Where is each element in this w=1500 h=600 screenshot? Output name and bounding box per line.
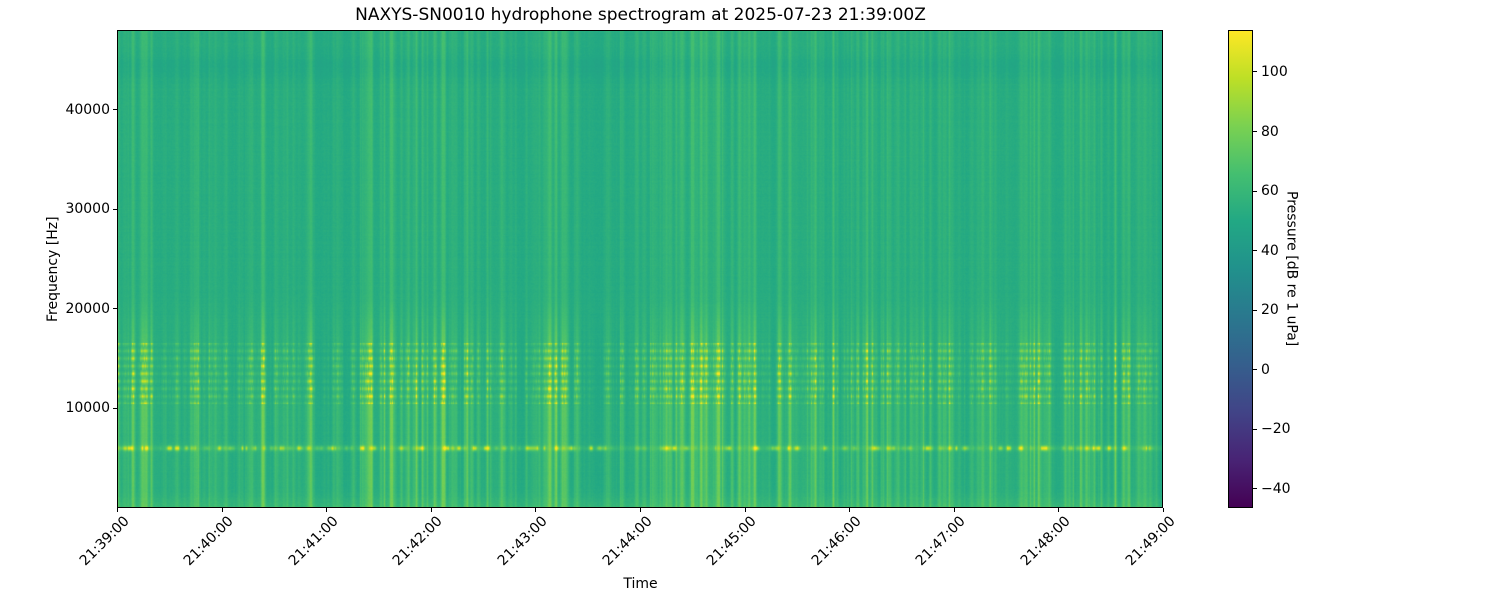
x-tick-mark — [535, 508, 537, 512]
x-tick-mark — [953, 508, 955, 512]
colorbar-tick-mark — [1253, 190, 1257, 192]
colorbar-tick-mark — [1253, 369, 1257, 371]
x-tick-mark — [640, 508, 641, 512]
y-tick-mark — [113, 109, 117, 111]
y-tick-mark — [113, 407, 117, 409]
plot-title: NAXYS-SN0010 hydrophone spectrogram at 2… — [355, 5, 926, 25]
x-axis-label: Time — [623, 576, 658, 592]
x-tick-label: 21:39:00 — [76, 513, 133, 570]
x-tick-mark — [430, 508, 432, 512]
y-tick-mark — [113, 208, 117, 210]
figure: NAXYS-SN0010 hydrophone spectrogram at 2… — [0, 0, 1500, 600]
x-tick-mark — [221, 508, 223, 512]
x-tick-mark — [117, 508, 118, 512]
colorbar-tick-mark — [1253, 71, 1257, 73]
colorbar-tick-mark — [1253, 131, 1257, 133]
colorbar-tick-mark — [1253, 488, 1257, 490]
colorbar-tick-label: 20 — [1261, 302, 1279, 319]
colorbar-label: Pressure [dB re 1 uPa] — [1283, 191, 1300, 347]
spectrogram-heatmap — [117, 30, 1163, 508]
x-tick-label: 21:41:00 — [285, 513, 342, 570]
x-tick-label: 21:40:00 — [180, 513, 237, 570]
x-tick-label: 21:49:00 — [1122, 513, 1179, 570]
x-tick-label: 21:42:00 — [390, 513, 446, 570]
colorbar-tick-mark — [1253, 428, 1257, 430]
colorbar-tick-label: 80 — [1261, 123, 1279, 140]
y-axis-label: Frequency [Hz] — [45, 216, 61, 322]
x-tick-mark — [1163, 508, 1164, 512]
x-tick-mark — [1058, 508, 1060, 512]
colorbar-tick-mark — [1253, 250, 1257, 252]
x-tick-mark — [326, 508, 328, 512]
x-tick-label: 21:46:00 — [808, 513, 865, 570]
x-tick-mark — [744, 508, 746, 512]
colorbar — [1228, 30, 1253, 508]
x-tick-mark — [849, 508, 851, 512]
x-tick-label: 21:48:00 — [1017, 513, 1074, 570]
colorbar-tick-label: 0 — [1261, 361, 1270, 378]
x-tick-label: 21:47:00 — [913, 513, 969, 570]
colorbar-tick-label: 40 — [1261, 242, 1279, 259]
x-tick-label: 21:45:00 — [703, 513, 760, 570]
x-tick-label: 21:43:00 — [494, 513, 551, 570]
x-tick-label: 21:44:00 — [599, 513, 656, 570]
y-tick-mark — [113, 308, 117, 310]
colorbar-tick-mark — [1253, 309, 1257, 311]
colorbar-tick-label: 60 — [1261, 183, 1279, 200]
